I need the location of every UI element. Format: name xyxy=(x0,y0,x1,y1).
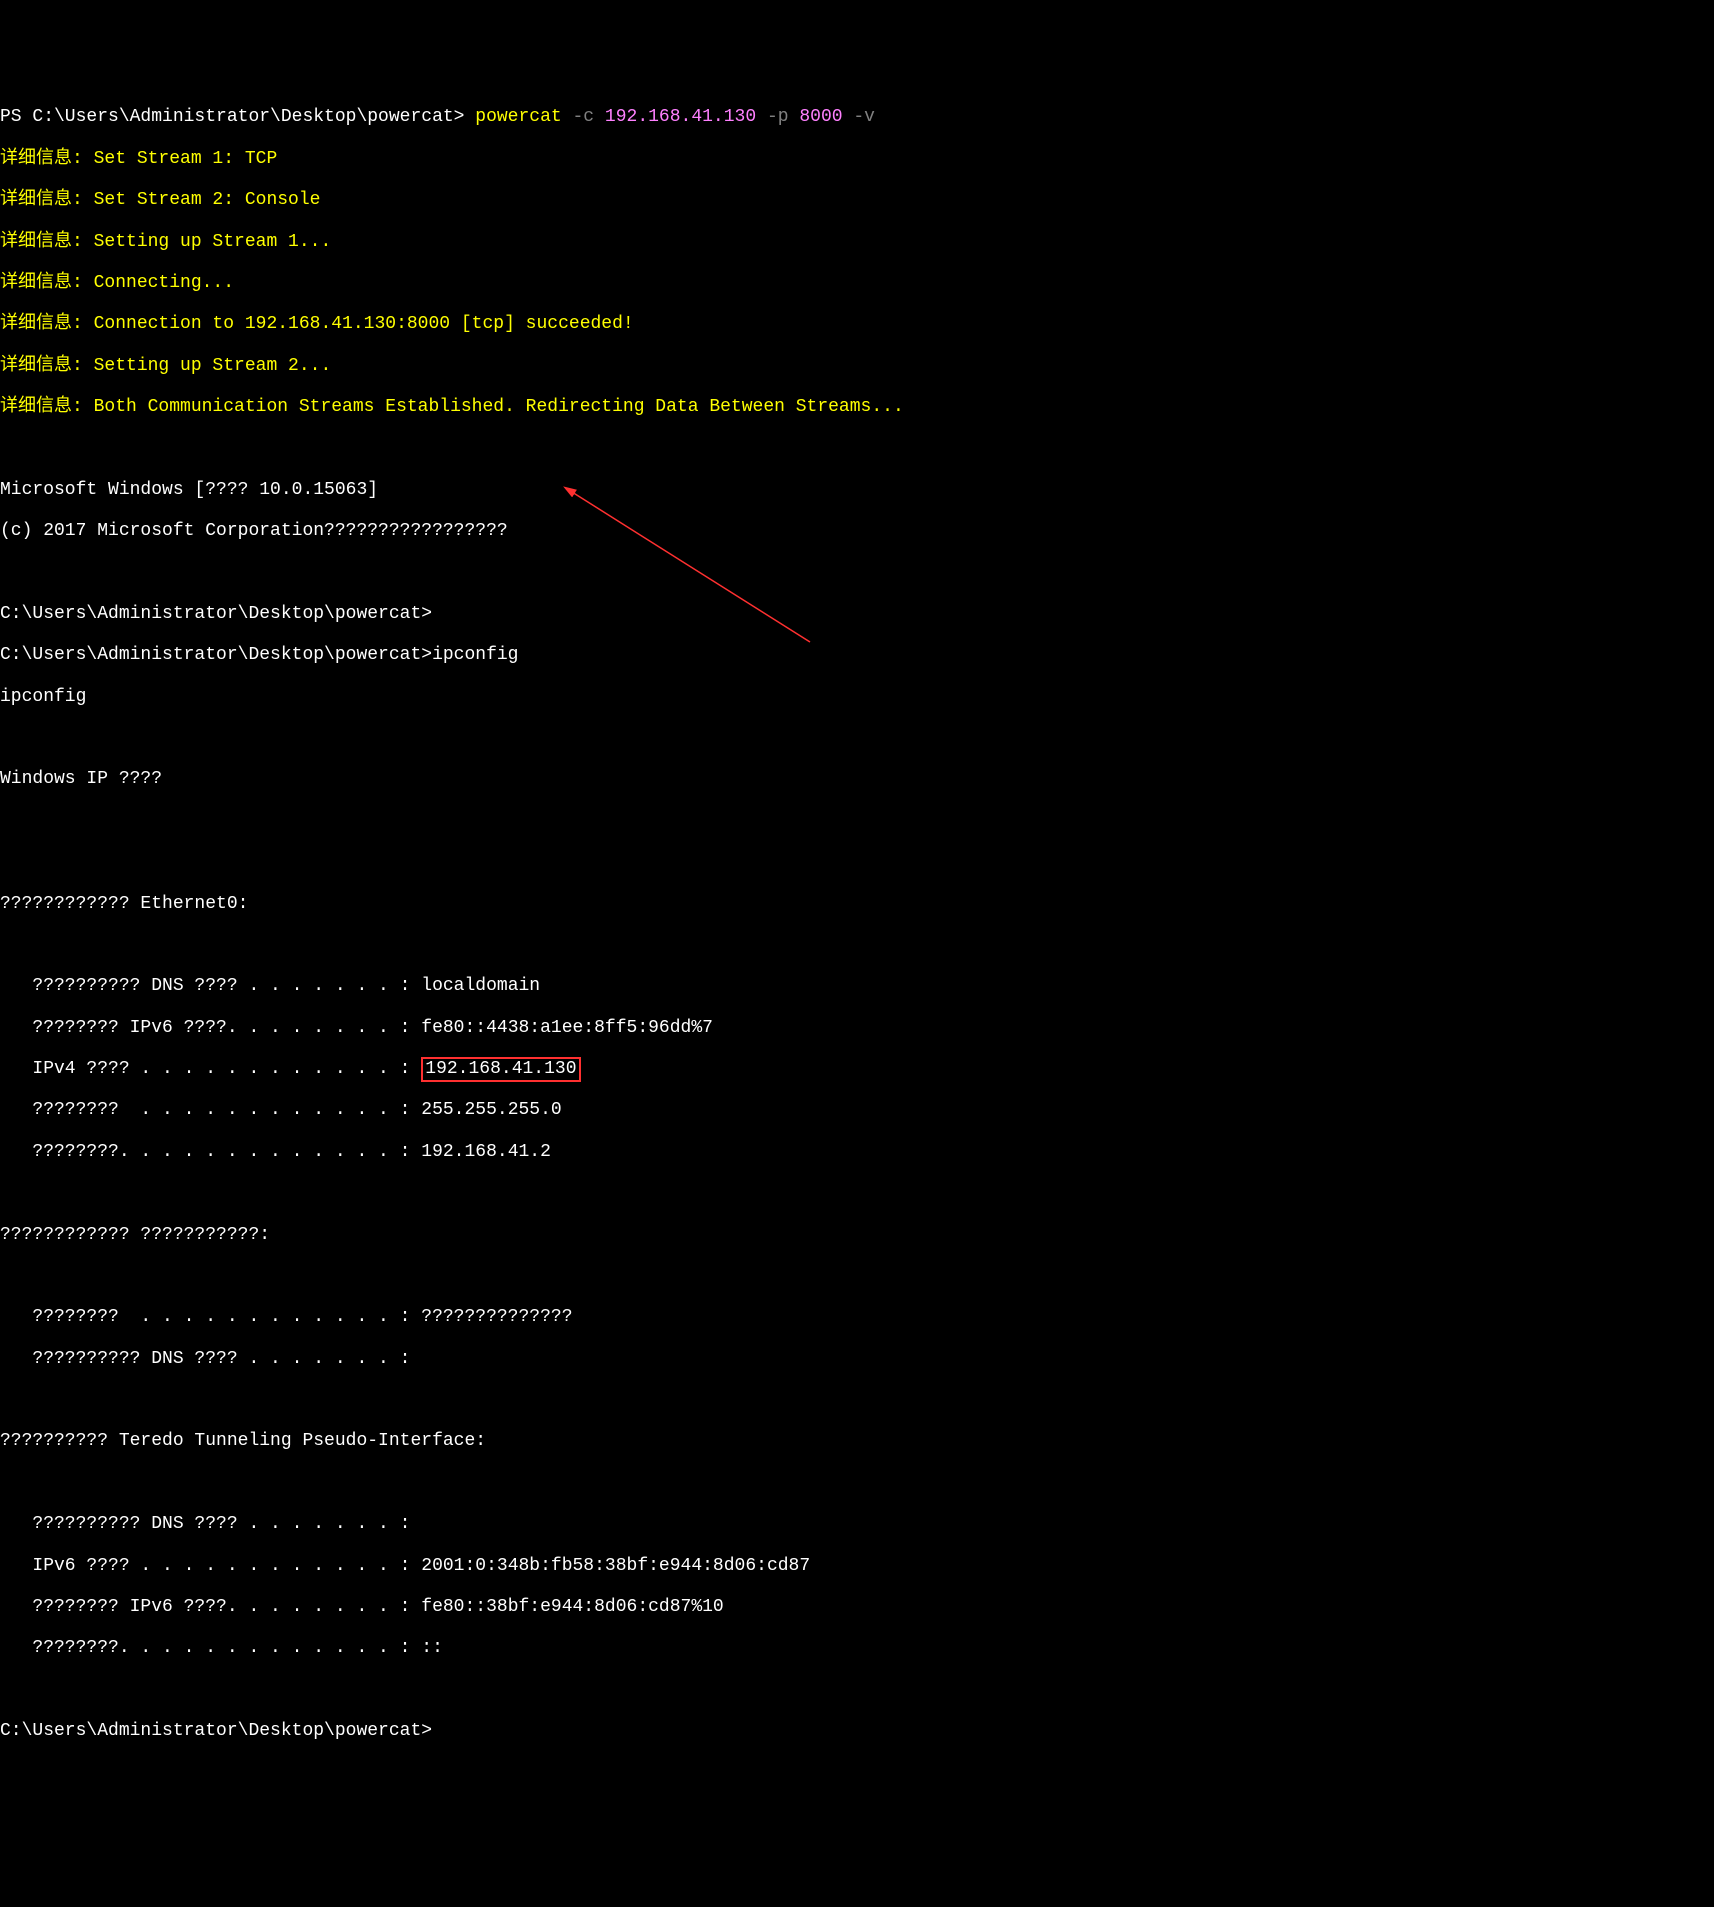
ipv4-highlight: 192.168.41.130 xyxy=(421,1057,580,1082)
eth0-ipv6: ???????? IPv6 ????. . . . . . . . : fe80… xyxy=(0,1018,1714,1039)
blank-line xyxy=(0,852,1714,873)
verbose-line: 详细信息: Set Stream 1: TCP xyxy=(0,149,1714,170)
blank-line xyxy=(0,935,1714,956)
ipv4-address: 192.168.41.130 xyxy=(425,1059,576,1079)
eth0-ipv4: IPv4 ???? . . . . . . . . . . . . : 192.… xyxy=(0,1059,1714,1080)
cmd-powercat: powercat xyxy=(475,107,561,127)
adapter-2-header: ???????????? ???????????: xyxy=(0,1225,1714,1246)
adapter-2-line: ?????????? DNS ???? . . . . . . . : xyxy=(0,1349,1714,1370)
blank-line xyxy=(0,1680,1714,1701)
ms-copyright: (c) 2017 Microsoft Corporation??????????… xyxy=(0,521,1714,542)
ipconfig-echo: ipconfig xyxy=(0,687,1714,708)
teredo-link: ???????? IPv6 ????. . . . . . . . : fe80… xyxy=(0,1597,1714,1618)
verbose-line: 详细信息: Both Communication Streams Establi… xyxy=(0,397,1714,418)
arg-port: 8000 xyxy=(789,107,843,127)
blank-line xyxy=(0,1390,1714,1411)
blank-line xyxy=(0,1266,1714,1287)
blank-line xyxy=(0,438,1714,459)
blank-line xyxy=(0,811,1714,832)
verbose-line: 详细信息: Setting up Stream 1... xyxy=(0,232,1714,253)
blank-line xyxy=(0,563,1714,584)
cmd-prompt-ipconfig: C:\Users\Administrator\Desktop\powercat>… xyxy=(0,645,1714,666)
terminal-output[interactable]: PS C:\Users\Administrator\Desktop\powerc… xyxy=(0,87,1714,1763)
windows-ip-header: Windows IP ???? xyxy=(0,769,1714,790)
ms-version: Microsoft Windows [???? 10.0.15063] xyxy=(0,480,1714,501)
blank-line xyxy=(0,728,1714,749)
eth0-gateway: ????????. . . . . . . . . . . . . : 192.… xyxy=(0,1142,1714,1163)
flag-v: -v xyxy=(843,107,875,127)
flag-p: -p xyxy=(756,107,788,127)
verbose-line: 详细信息: Set Stream 2: Console xyxy=(0,190,1714,211)
verbose-line: 详细信息: Setting up Stream 2... xyxy=(0,356,1714,377)
adapter-2-line: ???????? . . . . . . . . . . . . : ?????… xyxy=(0,1307,1714,1328)
command-line: PS C:\Users\Administrator\Desktop\powerc… xyxy=(0,107,1714,128)
teredo-gateway: ????????. . . . . . . . . . . . . : :: xyxy=(0,1638,1714,1659)
eth0-dns: ?????????? DNS ???? . . . . . . . : loca… xyxy=(0,976,1714,997)
adapter-ethernet0: ???????????? Ethernet0: xyxy=(0,894,1714,915)
cmd-prompt: C:\Users\Administrator\Desktop\powercat> xyxy=(0,604,1714,625)
teredo-ipv6: IPv6 ???? . . . . . . . . . . . . : 2001… xyxy=(0,1556,1714,1577)
adapter-teredo-header: ?????????? Teredo Tunneling Pseudo-Inter… xyxy=(0,1431,1714,1452)
teredo-dns: ?????????? DNS ???? . . . . . . . : xyxy=(0,1514,1714,1535)
verbose-line: 详细信息: Connecting... xyxy=(0,273,1714,294)
final-prompt[interactable]: C:\Users\Administrator\Desktop\powercat> xyxy=(0,1721,1714,1742)
flag-c: -c xyxy=(562,107,594,127)
blank-line xyxy=(0,1183,1714,1204)
eth0-mask: ???????? . . . . . . . . . . . . : 255.2… xyxy=(0,1100,1714,1121)
ps-prompt: PS C:\Users\Administrator\Desktop\powerc… xyxy=(0,107,475,127)
verbose-line: 详细信息: Connection to 192.168.41.130:8000 … xyxy=(0,314,1714,335)
arg-target: 192.168.41.130 xyxy=(594,107,756,127)
blank-line xyxy=(0,1473,1714,1494)
